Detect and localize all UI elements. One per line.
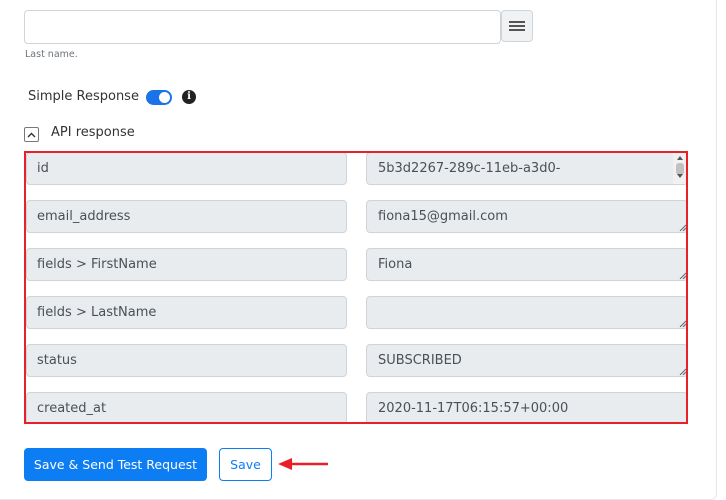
save-and-send-test-request-button[interactable]: Save & Send Test Request bbox=[24, 448, 207, 481]
response-key[interactable]: email_address bbox=[26, 200, 347, 233]
response-value[interactable]: fiona15@gmail.com bbox=[366, 200, 686, 233]
response-value[interactable]: SUBSCRIBED bbox=[366, 344, 686, 377]
response-value[interactable]: 5b3d2267-289c-11eb-a3d0- bbox=[366, 153, 686, 185]
scroll-up-icon[interactable] bbox=[677, 156, 683, 160]
arrow-left-icon bbox=[278, 458, 328, 470]
response-row-lastname: fields > LastName bbox=[26, 296, 686, 329]
resize-grip-icon[interactable] bbox=[679, 224, 686, 231]
simple-response-label: Simple Response bbox=[28, 89, 139, 104]
chevron-up-icon bbox=[27, 132, 36, 137]
value-scrollbar[interactable] bbox=[673, 153, 686, 184]
response-value[interactable] bbox=[366, 296, 686, 329]
response-value[interactable]: 2020-11-17T06:15:57+00:00 bbox=[366, 392, 686, 422]
field-menu-button[interactable] bbox=[501, 10, 533, 42]
resize-grip-icon[interactable] bbox=[679, 272, 686, 279]
response-row-status: status SUBSCRIBED bbox=[26, 344, 686, 377]
response-key[interactable]: created_at bbox=[26, 392, 347, 422]
response-value-text: SUBSCRIBED bbox=[378, 353, 462, 368]
api-response-table: id 5b3d2267-289c-11eb-a3d0- email_addres… bbox=[24, 151, 688, 424]
response-value-text: 5b3d2267-289c-11eb-a3d0- bbox=[378, 161, 561, 176]
response-value-text: 2020-11-17T06:15:57+00:00 bbox=[378, 401, 569, 416]
response-row-created-at: created_at 2020-11-17T06:15:57+00:00 bbox=[26, 392, 686, 422]
simple-response-toggle[interactable] bbox=[146, 90, 172, 105]
response-key[interactable]: fields > LastName bbox=[26, 296, 347, 329]
response-key[interactable]: fields > FirstName bbox=[26, 248, 347, 281]
hamburger-icon bbox=[509, 21, 525, 31]
save-button[interactable]: Save bbox=[219, 448, 272, 481]
response-value-text: Fiona bbox=[378, 257, 413, 272]
toggle-knob bbox=[159, 92, 170, 103]
response-row-id: id 5b3d2267-289c-11eb-a3d0- bbox=[26, 153, 686, 185]
api-response-collapse-button[interactable] bbox=[24, 127, 39, 142]
response-key[interactable]: id bbox=[26, 153, 347, 185]
last-name-input[interactable] bbox=[24, 10, 501, 44]
response-row-email: email_address fiona15@gmail.com bbox=[26, 200, 686, 233]
response-value[interactable]: Fiona bbox=[366, 248, 686, 281]
api-response-label: API response bbox=[51, 125, 135, 140]
scroll-down-icon[interactable] bbox=[677, 174, 683, 178]
response-value-text: fiona15@gmail.com bbox=[378, 209, 508, 224]
response-row-firstname: fields > FirstName Fiona bbox=[26, 248, 686, 281]
resize-grip-icon[interactable] bbox=[679, 368, 686, 375]
info-circle-icon[interactable]: i bbox=[182, 90, 196, 104]
response-key[interactable]: status bbox=[26, 344, 347, 377]
resize-grip-icon[interactable] bbox=[679, 320, 686, 327]
last-name-hint: Last name. bbox=[25, 49, 78, 60]
